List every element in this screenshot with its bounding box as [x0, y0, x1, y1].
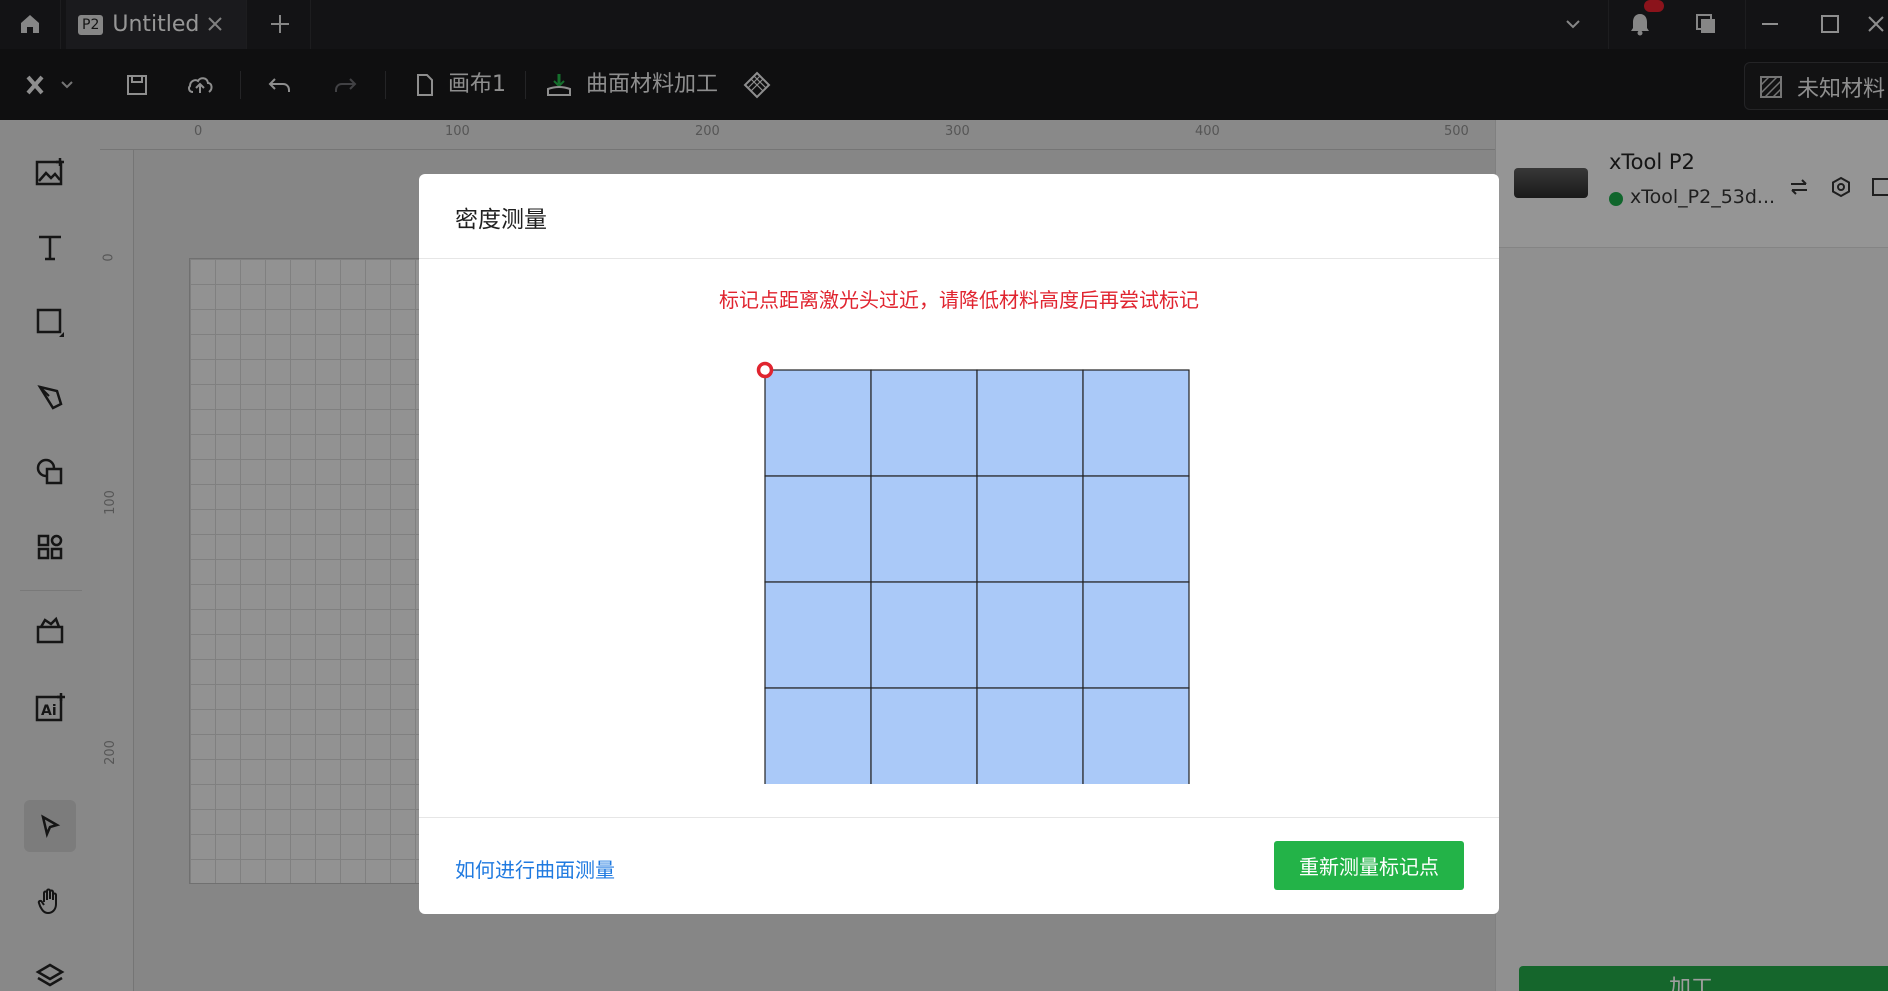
remeasure-markers-button[interactable]: 重新测量标记点	[1274, 841, 1464, 890]
dialog-header-divider	[419, 258, 1499, 259]
grid-cell	[870, 369, 978, 477]
grid-cell	[976, 369, 1084, 477]
density-measurement-dialog: 密度测量 标记点距离激光头过近，请降低材料高度后再尝试标记 如何进行曲面测量 重…	[419, 174, 1499, 914]
marker-warning-text: 标记点距离激光头过近，请降低材料高度后再尝试标记	[719, 288, 1199, 312]
grid-cell	[976, 475, 1084, 583]
curved-measurement-help-link[interactable]: 如何进行曲面测量	[455, 854, 615, 883]
grid-cell	[976, 581, 1084, 689]
grid-cell	[764, 687, 872, 784]
grid-cell	[764, 581, 872, 689]
grid-cell	[870, 687, 978, 784]
grid-cell	[764, 475, 872, 583]
grid-cell	[1082, 687, 1190, 784]
grid-cell	[764, 369, 872, 477]
grid-cell	[1082, 581, 1190, 689]
marker-point	[756, 361, 774, 379]
grid-cell	[1082, 369, 1190, 477]
grid-cell	[870, 475, 978, 583]
app-window: P2 Untitled 画布1 曲面材料加工 未知材料 Ai 0 100 200…	[0, 0, 1888, 991]
grid-cell	[870, 581, 978, 689]
grid-cell	[1082, 475, 1190, 583]
grid-cell	[976, 687, 1084, 784]
dialog-footer-divider	[419, 817, 1499, 818]
measurement-grid	[756, 361, 1190, 784]
dialog-title: 密度测量	[455, 207, 547, 233]
